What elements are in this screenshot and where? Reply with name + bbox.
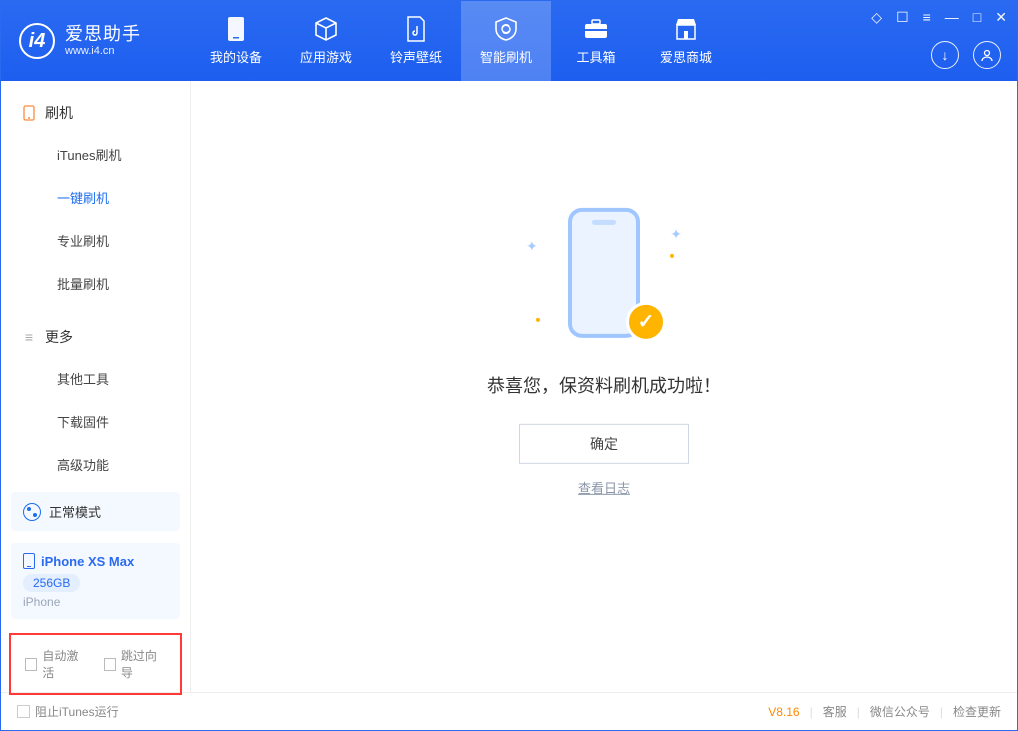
store-icon — [673, 16, 699, 42]
tab-store[interactable]: 爱思商城 — [641, 1, 731, 81]
sidebar-item-download-firmware[interactable]: 下载固件 — [1, 400, 190, 443]
tab-my-device[interactable]: 我的设备 — [191, 1, 281, 81]
sidebar-item-advanced[interactable]: 高级功能 — [1, 443, 190, 486]
device-icon — [223, 16, 249, 42]
sidebar-header-more: ≡ 更多 — [1, 317, 190, 357]
checkbox-label: 自动激活 — [42, 647, 87, 681]
dot-icon — [536, 317, 540, 321]
phone-icon — [23, 553, 35, 569]
footer-link-update[interactable]: 检查更新 — [953, 703, 1001, 720]
checkbox-label: 跳过向导 — [121, 647, 166, 681]
sidebar-section-flash: 刷机 iTunes刷机 一键刷机 专业刷机 批量刷机 — [1, 81, 190, 305]
logo-area: i4 爱思助手 www.i4.cn — [1, 23, 191, 59]
main-content: ✦ ✦ ✓ 恭喜您，保资料刷机成功啦！ 确定 查看日志 — [191, 81, 1017, 692]
device-mode-card[interactable]: 正常模式 — [11, 492, 180, 531]
phone-illustration: ✦ ✦ ✓ — [544, 207, 664, 347]
footer-right: V8.16 | 客服 | 微信公众号 | 检查更新 — [768, 703, 1001, 720]
tab-label: 爱思商城 — [660, 47, 712, 66]
footer-link-service[interactable]: 客服 — [823, 703, 847, 720]
tab-label: 智能刷机 — [480, 47, 532, 66]
storage-badge: 256GB — [23, 574, 80, 592]
flash-options-row: 自动激活 跳过向导 — [9, 633, 182, 695]
tab-label: 应用游戏 — [300, 47, 352, 66]
success-message: 恭喜您，保资料刷机成功啦！ — [487, 371, 721, 397]
check-circle-icon: ✓ — [626, 301, 666, 341]
checkbox-block-itunes[interactable]: 阻止iTunes运行 — [17, 703, 119, 720]
tab-label: 铃声壁纸 — [390, 47, 442, 66]
user-icon[interactable] — [973, 41, 1001, 69]
menu-icon[interactable]: ≡ — [923, 9, 931, 26]
sidebar-item-pro-flash[interactable]: 专业刷机 — [1, 219, 190, 262]
logo-icon: i4 — [19, 23, 55, 59]
sidebar-header-label: 更多 — [45, 327, 73, 347]
tab-label: 工具箱 — [576, 47, 615, 66]
device-name: iPhone XS Max — [41, 554, 134, 569]
music-file-icon — [403, 16, 429, 42]
phone-icon — [21, 105, 37, 121]
toolbox-icon — [583, 16, 609, 42]
checkbox-icon — [104, 658, 116, 671]
maximize-button[interactable]: □ — [973, 9, 981, 26]
device-name-row: iPhone XS Max — [23, 553, 168, 569]
tab-smart-flash[interactable]: 智能刷机 — [461, 1, 551, 81]
sidebar-section-more: ≡ 更多 其他工具 下载固件 高级功能 — [1, 305, 190, 486]
download-icon[interactable]: ↓ — [931, 41, 959, 69]
device-type: iPhone — [23, 595, 168, 609]
checkbox-icon — [17, 705, 30, 718]
app-subtitle: www.i4.cn — [65, 45, 141, 57]
minimize-button[interactable]: — — [945, 9, 959, 26]
footer-link-wechat[interactable]: 微信公众号 — [870, 703, 930, 720]
sidebar-item-itunes-flash[interactable]: iTunes刷机 — [1, 133, 190, 176]
tab-ringtone-wallpaper[interactable]: 铃声壁纸 — [371, 1, 461, 81]
shield-sync-icon — [493, 16, 519, 42]
sidebar-item-other-tools[interactable]: 其他工具 — [1, 357, 190, 400]
checkbox-icon — [25, 658, 37, 671]
sidebar: 刷机 iTunes刷机 一键刷机 专业刷机 批量刷机 ≡ 更多 其他工具 下载固… — [1, 81, 191, 692]
sidebar-item-oneclick-flash[interactable]: 一键刷机 — [1, 176, 190, 219]
checkbox-auto-activate[interactable]: 自动激活 — [25, 647, 88, 681]
app-header: i4 爱思助手 www.i4.cn 我的设备 应用游戏 铃声壁纸 智能刷机 工具… — [1, 1, 1017, 81]
device-card[interactable]: iPhone XS Max 256GB iPhone — [11, 543, 180, 619]
version-label: V8.16 — [768, 705, 799, 719]
feedback-icon[interactable]: ☐ — [896, 9, 909, 26]
list-icon: ≡ — [21, 329, 37, 345]
device-mode-label: 正常模式 — [49, 502, 101, 521]
ok-button[interactable]: 确定 — [519, 423, 689, 463]
cube-icon — [313, 16, 339, 42]
success-panel: ✦ ✦ ✓ 恭喜您，保资料刷机成功啦！ 确定 查看日志 — [487, 207, 721, 496]
tab-toolbox[interactable]: 工具箱 — [551, 1, 641, 81]
skin-icon[interactable]: ◇ — [871, 9, 882, 26]
sidebar-header-flash: 刷机 — [1, 93, 190, 133]
sidebar-item-batch-flash[interactable]: 批量刷机 — [1, 262, 190, 305]
header-right-icons: ↓ — [931, 41, 1001, 69]
dot-icon — [670, 253, 674, 257]
sparkle-icon: ✦ — [670, 225, 682, 242]
sidebar-header-label: 刷机 — [45, 103, 73, 123]
tab-label: 我的设备 — [210, 47, 262, 66]
checkbox-skip-guide[interactable]: 跳过向导 — [104, 647, 167, 681]
tab-apps-games[interactable]: 应用游戏 — [281, 1, 371, 81]
mode-icon — [23, 503, 41, 521]
logo-text: 爱思助手 www.i4.cn — [65, 25, 141, 57]
app-title: 爱思助手 — [65, 25, 141, 45]
checkbox-label: 阻止iTunes运行 — [35, 703, 119, 720]
view-log-link[interactable]: 查看日志 — [578, 477, 630, 496]
app-body: 刷机 iTunes刷机 一键刷机 专业刷机 批量刷机 ≡ 更多 其他工具 下载固… — [1, 81, 1017, 692]
window-controls: ◇ ☐ ≡ — □ ✕ — [871, 9, 1007, 26]
close-button[interactable]: ✕ — [995, 9, 1007, 26]
sparkle-icon: ✦ — [526, 237, 538, 254]
tabbar: 我的设备 应用游戏 铃声壁纸 智能刷机 工具箱 爱思商城 — [191, 1, 731, 81]
footer: 阻止iTunes运行 V8.16 | 客服 | 微信公众号 | 检查更新 — [1, 692, 1017, 730]
